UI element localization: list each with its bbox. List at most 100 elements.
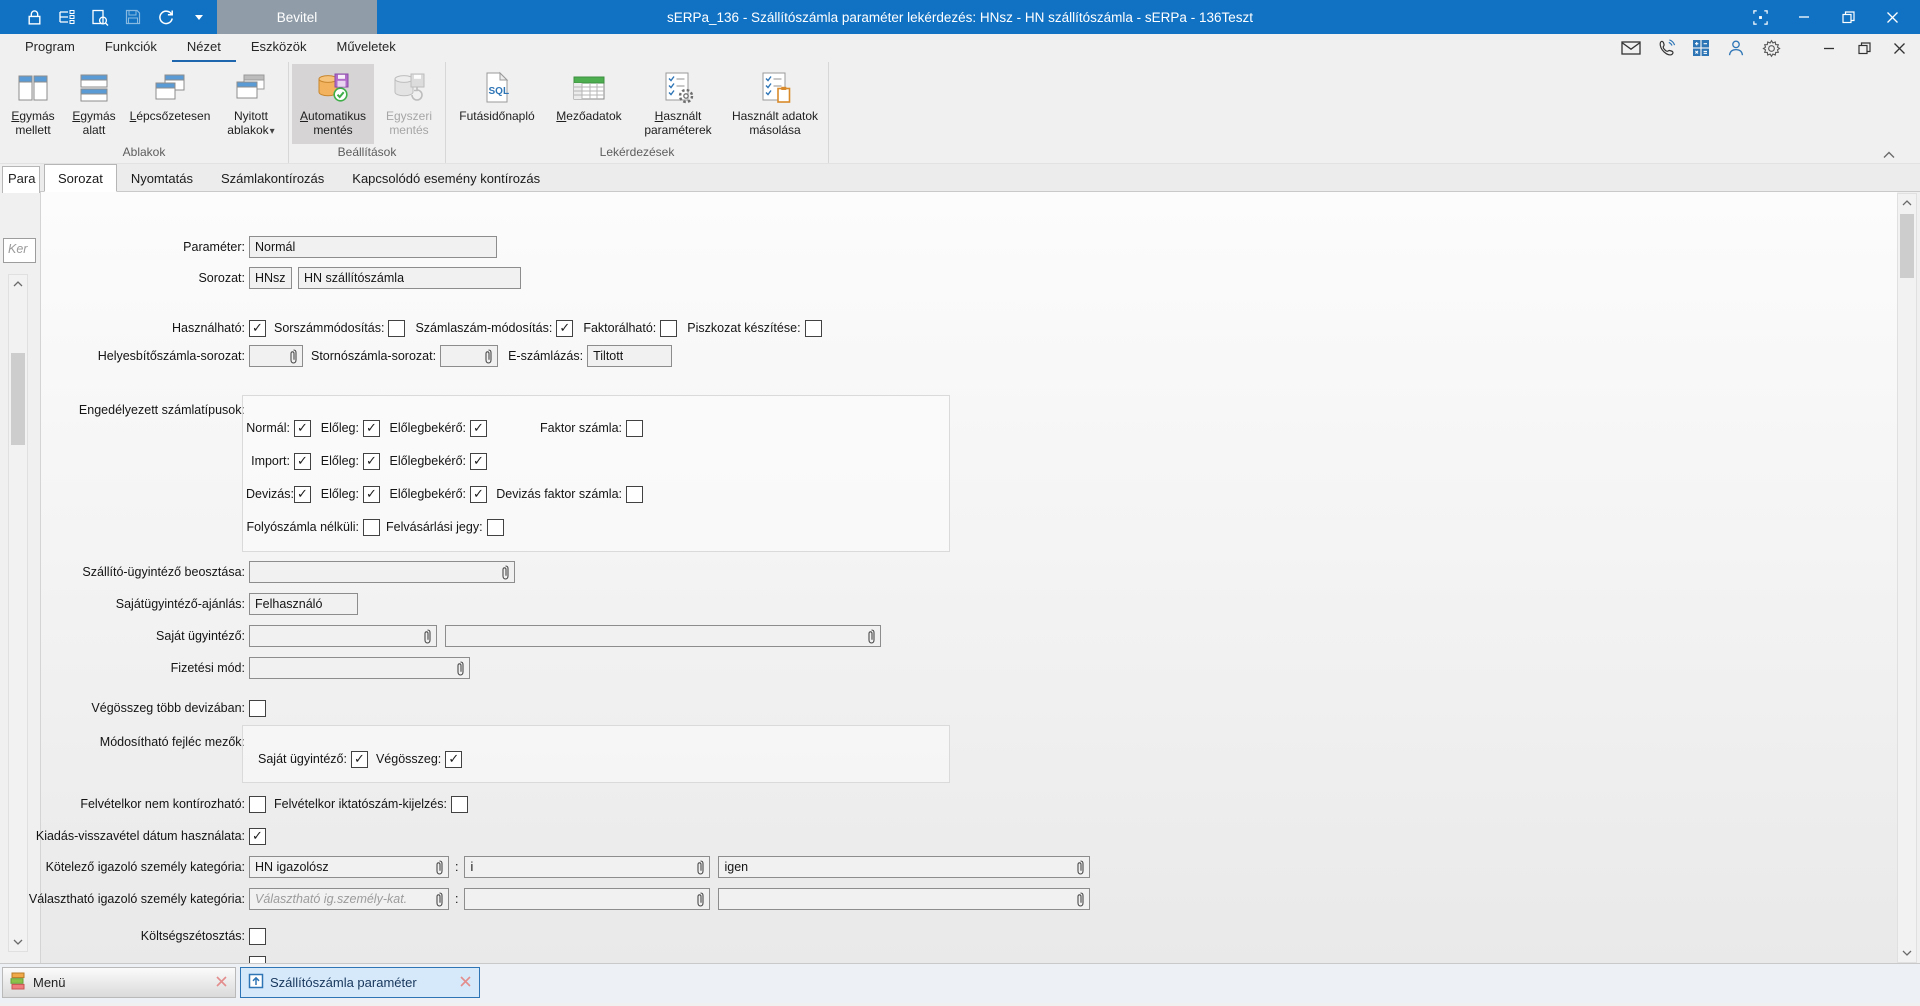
sorozat-form: Paraméter: Normál Sorozat: HNsz HN száll… bbox=[0, 0, 1920, 1006]
parameter-input[interactable]: Normál bbox=[249, 236, 497, 258]
separator-colon: : bbox=[455, 860, 458, 874]
no-account-assignment-label: Felvételkor nem kontírozható: bbox=[0, 797, 249, 811]
folyoszamla-nelkuli-checkbox[interactable] bbox=[363, 519, 380, 536]
mandatory-verifier-code-input[interactable]: HN igazolósz bbox=[249, 856, 449, 878]
task-tab-szallitoszamla-parameter[interactable]: Szállítószámla paraméter bbox=[240, 967, 480, 998]
devizas-faktor-szamla-label: Devizás faktor számla: bbox=[491, 487, 622, 501]
draft-checkbox[interactable] bbox=[805, 320, 822, 337]
paperclip-icon bbox=[435, 860, 444, 875]
mandatory-verifier-value-input[interactable]: i bbox=[464, 856, 710, 878]
parameter-label: Paraméter: bbox=[0, 240, 249, 254]
registry-number-display-label: Felvételkor iktatószám-kijelzés: bbox=[274, 797, 447, 811]
felvasarlasi-jegy-label: Felvásárlási jegy: bbox=[386, 520, 483, 534]
own-clerk-name-input[interactable] bbox=[445, 625, 881, 647]
devizas-faktor-szamla-checkbox[interactable] bbox=[626, 486, 643, 503]
cost-allocation-label: Költségszétosztás: bbox=[0, 929, 249, 943]
cost-allocation-checkbox[interactable] bbox=[249, 928, 266, 945]
total-multi-currency-label: Végösszeg több devizában: bbox=[0, 701, 249, 715]
normal-label: Normál: bbox=[246, 421, 290, 435]
no-account-assignment-checkbox[interactable] bbox=[249, 796, 266, 813]
e-invoicing-input[interactable]: Tiltott bbox=[587, 345, 672, 367]
supplier-clerk-position-label: Szállító-ügyintéző beosztása: bbox=[0, 565, 249, 579]
elolegbekero-checkbox[interactable] bbox=[470, 453, 487, 470]
mandatory-verifier-name-input[interactable]: igen bbox=[718, 856, 1090, 878]
issue-return-date-label: Kiadás-visszavétel dátum használata: bbox=[0, 829, 249, 843]
paperclip-icon bbox=[867, 629, 876, 644]
supplier-clerk-position-input[interactable] bbox=[249, 561, 515, 583]
total-editable-label: Végösszeg: bbox=[376, 752, 441, 766]
app-window: Bevitel sERPa_136 - Szállítószámla param… bbox=[0, 0, 1920, 1006]
eloleg-checkbox[interactable] bbox=[363, 486, 380, 503]
factorable-checkbox[interactable] bbox=[660, 320, 677, 337]
task-tab-menu[interactable]: Menü bbox=[2, 967, 236, 998]
factorable-label: Faktorálható: bbox=[583, 321, 656, 335]
menu-windows-icon bbox=[10, 972, 27, 993]
optional-verifier-label: Választható igazoló személy kategória: bbox=[0, 892, 249, 906]
optional-verifier-name-input[interactable] bbox=[718, 888, 1090, 910]
own-clerk-editable-checkbox[interactable] bbox=[351, 751, 368, 768]
storno-series-input[interactable] bbox=[440, 345, 498, 367]
paperclip-icon bbox=[456, 661, 465, 676]
own-clerk-editable-label: Saját ügyintéző: bbox=[258, 752, 347, 766]
invoice-number-modify-checkbox[interactable] bbox=[556, 320, 573, 337]
elolegbekero-label: Előlegbekérő: bbox=[384, 421, 466, 435]
elolegbekero-checkbox[interactable] bbox=[470, 420, 487, 437]
optional-verifier-code-input[interactable]: Választható ig.személy-kat. bbox=[249, 888, 449, 910]
own-clerk-label: Saját ügyintéző: bbox=[0, 629, 249, 643]
close-tab-icon[interactable] bbox=[215, 975, 228, 991]
separator-colon: : bbox=[455, 892, 458, 906]
issue-return-date-checkbox[interactable] bbox=[249, 828, 266, 845]
series-name-input[interactable]: HN szállítószámla bbox=[298, 267, 521, 289]
paperclip-icon bbox=[289, 349, 298, 364]
paperclip-icon bbox=[1076, 860, 1085, 875]
total-editable-checkbox[interactable] bbox=[445, 751, 462, 768]
draft-label: Piszkozat készítése: bbox=[687, 321, 800, 335]
elolegbekero-label: Előlegbekérő: bbox=[384, 454, 466, 468]
usable-label: Használható: bbox=[0, 321, 249, 335]
usable-checkbox[interactable] bbox=[249, 320, 266, 337]
document-taskbar: Menü Szállítószámla paraméter bbox=[0, 963, 1920, 1003]
editable-header-fields-label: Módosítható fejléc mezők: bbox=[0, 735, 249, 749]
folyoszamla-nelkuli-label: Folyószámla nélküli: bbox=[246, 520, 359, 534]
close-tab-icon[interactable] bbox=[459, 975, 472, 991]
eloleg-checkbox[interactable] bbox=[363, 453, 380, 470]
mandatory-verifier-label: Kötelező igazoló személy kategória: bbox=[0, 860, 249, 874]
series-code-input[interactable]: HNsz bbox=[249, 267, 292, 289]
import-label: Import: bbox=[246, 454, 290, 468]
paperclip-icon bbox=[423, 629, 432, 644]
paperclip-icon bbox=[696, 860, 705, 875]
correction-series-label: Helyesbítőszámla-sorozat: bbox=[0, 349, 249, 363]
eloleg-label: Előleg: bbox=[315, 421, 359, 435]
paperclip-icon bbox=[435, 892, 444, 907]
registry-number-display-checkbox[interactable] bbox=[451, 796, 468, 813]
allowed-invoice-types-label: Engedélyezett számlatípusok: bbox=[0, 403, 249, 417]
own-clerk-suggestion-label: Sajátügyintéző-ajánlás: bbox=[0, 597, 249, 611]
faktor-szamla-checkbox[interactable] bbox=[626, 420, 643, 437]
felvasarlasi-jegy-checkbox[interactable] bbox=[487, 519, 504, 536]
eloleg-checkbox[interactable] bbox=[363, 420, 380, 437]
own-clerk-code-input[interactable] bbox=[249, 625, 437, 647]
correction-series-input[interactable] bbox=[249, 345, 303, 367]
payment-method-input[interactable] bbox=[249, 657, 470, 679]
serial-modify-checkbox[interactable] bbox=[388, 320, 405, 337]
eloleg-label: Előleg: bbox=[315, 487, 359, 501]
elolegbekero-label: Előlegbekérő: bbox=[384, 487, 466, 501]
devizas-label: Devizás: bbox=[246, 487, 290, 501]
total-multi-currency-checkbox[interactable] bbox=[249, 700, 266, 717]
import-checkbox[interactable] bbox=[294, 453, 311, 470]
optional-verifier-value-input[interactable] bbox=[464, 888, 710, 910]
e-invoicing-label: E-számlázás: bbox=[508, 349, 583, 363]
paperclip-icon bbox=[484, 349, 493, 364]
window-up-icon bbox=[248, 973, 264, 992]
invoice-number-modify-label: Számlaszám-módosítás: bbox=[415, 321, 552, 335]
elolegbekero-checkbox[interactable] bbox=[470, 486, 487, 503]
eloleg-label: Előleg: bbox=[315, 454, 359, 468]
clipped-checkbox bbox=[249, 956, 266, 963]
devizas-checkbox[interactable] bbox=[294, 486, 311, 503]
paperclip-icon bbox=[501, 565, 510, 580]
paperclip-icon bbox=[696, 892, 705, 907]
payment-method-label: Fizetési mód: bbox=[0, 661, 249, 675]
serial-modify-label: Sorszámmódosítás: bbox=[274, 321, 384, 335]
own-clerk-suggestion-input[interactable]: Felhasználó bbox=[249, 593, 358, 615]
normal-checkbox[interactable] bbox=[294, 420, 311, 437]
